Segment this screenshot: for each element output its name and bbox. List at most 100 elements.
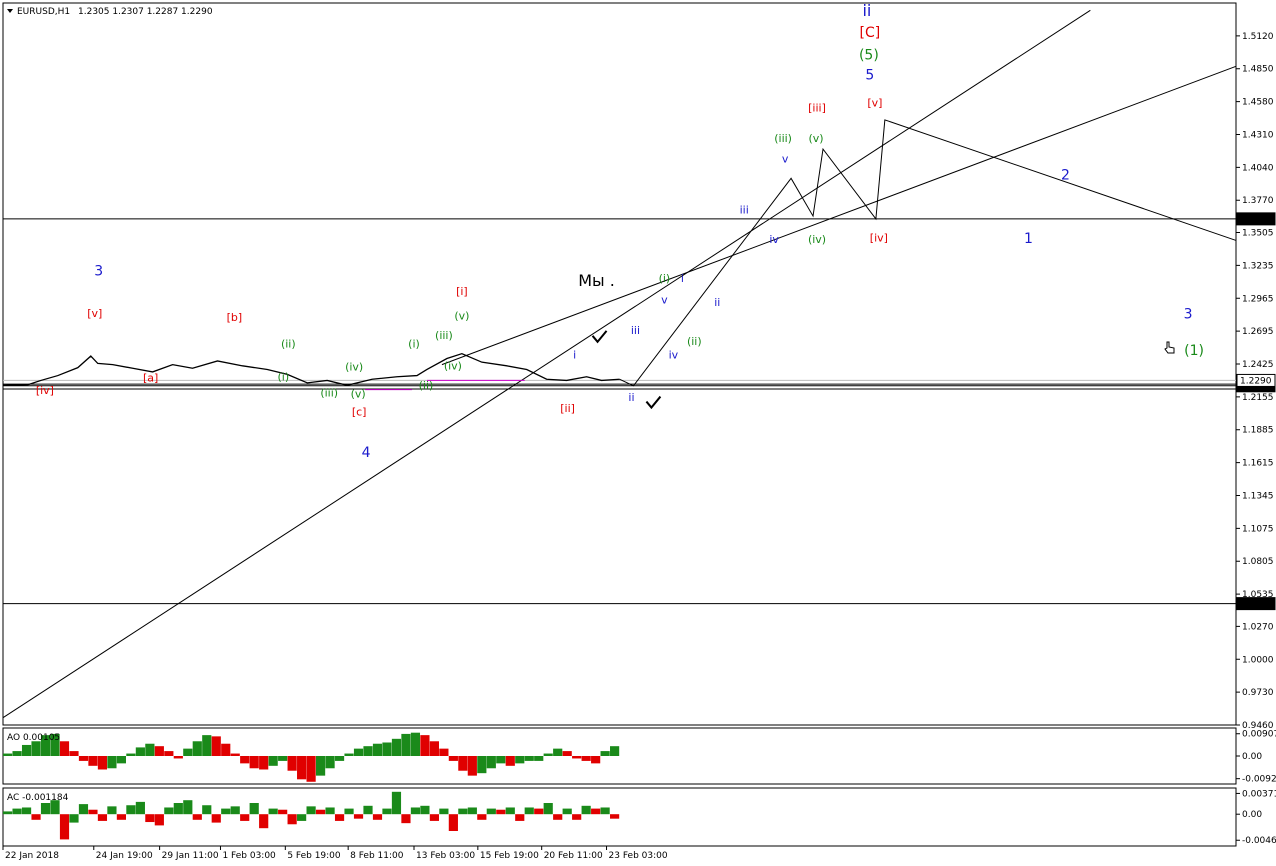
ac-bar — [581, 805, 591, 815]
ao-bar — [230, 753, 240, 756]
ao-bar — [391, 738, 402, 756]
wave-label: (iv) — [444, 359, 462, 372]
ac-bar — [240, 814, 250, 821]
ac-bar — [410, 807, 421, 815]
ac-bar — [59, 814, 70, 840]
x-tick-label: 13 Feb 03:00 — [416, 851, 475, 861]
wave-label: (v) — [351, 387, 366, 400]
ac-bar — [534, 808, 544, 815]
y-tick-label: 1.3770 — [1242, 196, 1274, 206]
wave-label: [c] — [352, 406, 367, 419]
ac-bar — [287, 814, 297, 825]
ac-bar — [553, 814, 563, 820]
ao-bar — [505, 756, 515, 766]
ao-bar — [562, 751, 572, 756]
wave-label: i — [681, 272, 684, 285]
ao-bar — [363, 746, 373, 756]
osc-tick-label: 0.00 — [1242, 752, 1262, 762]
ao-bar — [315, 756, 326, 776]
wave-label: [C] — [860, 25, 881, 41]
ac-bar — [249, 803, 259, 815]
ac-bar — [505, 807, 515, 815]
x-tick-label: 29 Jan 11:00 — [162, 851, 219, 861]
ac-bar — [363, 805, 373, 815]
ac-bar — [97, 814, 108, 821]
ao-bar — [297, 756, 307, 780]
ao-bar — [486, 756, 496, 769]
wave-label: 3 — [94, 264, 103, 280]
ac-bar — [496, 809, 506, 815]
ac-label: AC -0.001184 — [7, 793, 69, 803]
ao-bar — [420, 735, 430, 756]
ac-bar — [334, 814, 345, 821]
ao-bar — [553, 748, 563, 756]
wave-label: (v) — [808, 132, 823, 145]
wave-label: (iv) — [345, 361, 363, 374]
ao-bar — [534, 756, 544, 761]
y-tick-label: 1.2965 — [1242, 294, 1274, 304]
wave-label: ii — [628, 391, 634, 404]
ao-bar — [467, 756, 477, 776]
ac-bar — [183, 800, 193, 815]
y-tick-label: 1.2155 — [1242, 393, 1274, 403]
ac-bar — [40, 803, 51, 815]
wave-label: 4 — [362, 445, 371, 461]
ao-bar — [259, 756, 269, 770]
ao-bar — [382, 742, 392, 756]
y-tick-label: 1.4850 — [1242, 65, 1274, 75]
ao-bar — [88, 756, 98, 766]
y-tick-label: 1.0270 — [1242, 622, 1274, 632]
ao-bar — [278, 756, 288, 761]
ac-bar — [562, 808, 572, 815]
y-tick-label: 1.0000 — [1242, 655, 1274, 665]
wave-label: 2 — [1061, 168, 1070, 184]
ao-bar — [372, 743, 383, 756]
ohlc-readout: 1.2305 1.2307 1.2287 1.2290 — [78, 7, 213, 17]
y-tick-label: 0.9730 — [1242, 688, 1274, 698]
ao-bar — [458, 756, 468, 771]
wave-label: (ii) — [687, 335, 702, 348]
wave-label: (iii) — [774, 132, 792, 145]
ao-bar — [429, 741, 439, 756]
symbol-title: EURUSD,H1 — [17, 7, 70, 17]
wave-label: (ii) — [419, 379, 434, 392]
osc-tick-label: 0.00907 — [1242, 730, 1276, 740]
ac-bar — [78, 804, 89, 815]
y-tick-label: 1.1345 — [1242, 491, 1274, 501]
y-tick-label: 1.4310 — [1242, 130, 1274, 140]
ao-bar — [448, 756, 458, 761]
ao-bar — [154, 746, 164, 756]
x-tick-label: 1 Feb 03:00 — [222, 851, 276, 861]
ac-bar — [572, 814, 582, 820]
wave-label: [b] — [227, 311, 243, 324]
ao-bar — [334, 756, 345, 761]
y-tick-label: 1.2695 — [1242, 327, 1274, 337]
y-tick-label: 1.4580 — [1242, 98, 1274, 108]
ao-bar — [192, 741, 202, 756]
wave-label: [a] — [143, 372, 158, 385]
ac-bar — [202, 805, 212, 815]
wave-label: ii — [862, 1, 871, 20]
ac-bar — [515, 814, 525, 821]
ao-bar — [591, 756, 601, 764]
ao-bar — [164, 751, 174, 756]
ac-bar — [297, 814, 307, 821]
wave-label: i — [573, 349, 576, 362]
wave-label: (5) — [859, 48, 879, 64]
x-tick-label: 20 Feb 11:00 — [544, 851, 603, 861]
ac-bar — [315, 809, 326, 815]
ao-bar — [287, 756, 297, 771]
y-tick-label: 1.4040 — [1242, 163, 1274, 173]
ao-bar — [107, 756, 117, 769]
ac-bar — [477, 814, 487, 820]
ac-bar — [353, 814, 364, 819]
chart-canvas[interactable]: 1.5120 1.4850 1.4580 1.4310 1.4040 1.3770 1.35… — [0, 0, 1276, 866]
ac-bar — [401, 814, 411, 824]
ac-bar — [458, 808, 468, 815]
ac-bar — [88, 809, 98, 815]
y-tick-label: 1.0805 — [1242, 557, 1274, 567]
ac-bar — [21, 807, 32, 815]
ao-bar — [249, 756, 259, 769]
ac-bar — [12, 808, 22, 815]
ao-bar — [116, 756, 126, 764]
